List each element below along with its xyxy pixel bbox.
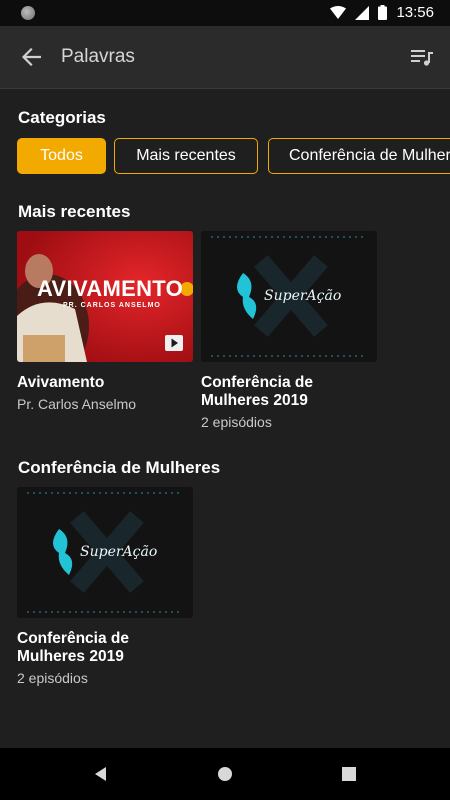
battery-icon <box>378 5 388 20</box>
thumb-title-text: AVIVAMENTO <box>37 276 184 301</box>
arrow-back-icon <box>21 48 41 66</box>
signal-icon <box>355 5 370 20</box>
status-bar: 13:56 <box>0 0 450 26</box>
nav-recents-icon[interactable] <box>342 767 356 781</box>
card-subtitle: 2 episódios <box>201 414 272 430</box>
categories-heading: Categorias <box>18 108 106 127</box>
app-bar: Palavras <box>0 26 450 89</box>
episode-card-conferencia[interactable]: SuperAção Conferência de Mulheres 2019 2… <box>17 487 193 686</box>
chip-conferencia-mulheres[interactable]: Conferência de Mulheres <box>268 138 450 174</box>
card-subtitle: Pr. Carlos Anselmo <box>17 396 137 412</box>
card-title: Conferência de Mulheres 2019 <box>17 630 129 665</box>
recent-heading: Mais recentes <box>18 202 131 221</box>
conference-heading: Conferência de Mulheres <box>18 458 221 477</box>
card-title: Conferência de Mulheres 2019 <box>201 374 313 409</box>
thumbnail-superacao[interactable]: SuperAção <box>17 487 193 618</box>
back-button[interactable] <box>14 40 48 74</box>
system-nav-bar <box>0 748 450 800</box>
card-subtitle: 2 episódios <box>17 670 88 686</box>
thumb-subtitle-text: PR. CARLOS ANSELMO <box>63 302 161 309</box>
chip-mais-recentes[interactable]: Mais recentes <box>114 138 258 174</box>
notification-icon <box>21 6 35 20</box>
status-time: 13:56 <box>396 4 434 21</box>
chip-todos[interactable]: Todos <box>17 138 106 174</box>
logo-text: SuperAção <box>80 544 158 560</box>
category-chips: Todos Mais recentes Conferência de Mulhe… <box>17 138 450 178</box>
episode-card-conferencia-recent[interactable]: SuperAção Conferência de Mulheres 2019 2… <box>201 231 377 430</box>
play-icon <box>165 335 183 351</box>
playlist-music-icon <box>411 50 433 66</box>
nav-back-icon[interactable] <box>93 766 107 782</box>
thumbnail-avivamento[interactable]: AVIVAMENTO PR. CARLOS ANSELMO <box>17 231 193 362</box>
nav-home-icon[interactable] <box>217 766 233 782</box>
playlist-button[interactable] <box>406 41 438 73</box>
card-title: Avivamento <box>17 374 105 391</box>
logo-text: SuperAção <box>264 288 342 304</box>
thumbnail-superacao[interactable]: SuperAção <box>201 231 377 362</box>
episode-card-avivamento[interactable]: AVIVAMENTO PR. CARLOS ANSELMO Avivamento… <box>17 231 193 412</box>
wifi-icon <box>330 5 347 19</box>
page-title: Palavras <box>61 46 135 67</box>
